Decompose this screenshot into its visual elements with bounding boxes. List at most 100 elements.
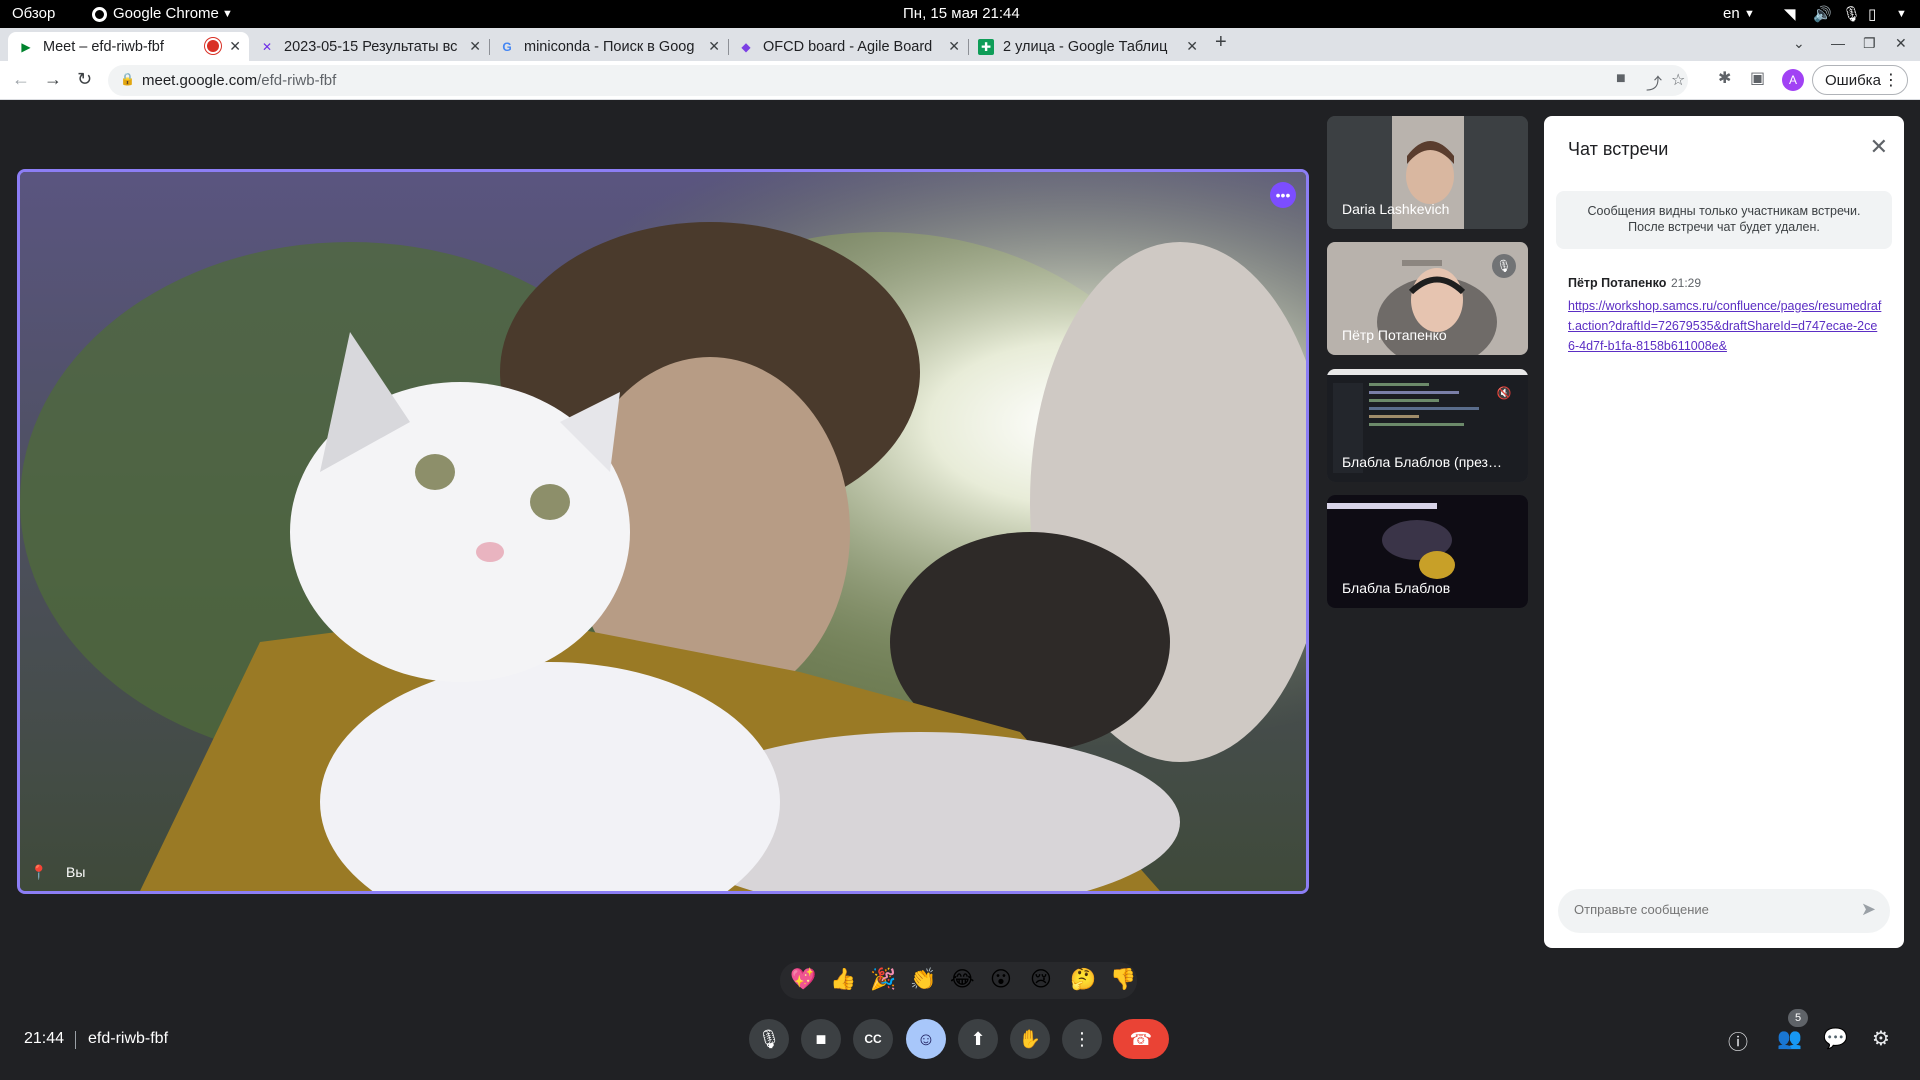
meeting-code: efd-riwb-fbf bbox=[88, 1030, 169, 1047]
tab-title: OFCD board - Agile Board bbox=[763, 38, 933, 55]
tab-google-sheets[interactable]: ✚ 2 улица - Google Таблиц ✕ bbox=[968, 32, 1206, 61]
reaction-party-popper[interactable]: 🎉 bbox=[870, 968, 896, 992]
camera-button[interactable]: ■ bbox=[801, 1019, 841, 1059]
reload-icon[interactable]: ↻ bbox=[77, 69, 92, 89]
present-screen-icon: ⬆ bbox=[970, 1028, 986, 1049]
url-path: /efd-riwb-fbf bbox=[257, 72, 337, 89]
participant-tile[interactable]: 🎙 Пётр Потапенко bbox=[1327, 242, 1528, 355]
present-screen-button[interactable]: ⬆ bbox=[958, 1019, 998, 1059]
tab-meet[interactable]: ▶ Meet – efd-riwb-fbf ✕ bbox=[8, 32, 249, 61]
more-options-button[interactable]: ••• bbox=[1270, 182, 1296, 208]
microphone-button[interactable]: 🎙 bbox=[749, 1019, 789, 1059]
people-icon[interactable]: 👥 bbox=[1777, 1026, 1802, 1051]
tab-ofcd-board[interactable]: ◆ OFCD board - Agile Board ✕ bbox=[728, 32, 969, 61]
leave-call-button[interactable]: ☎ bbox=[1113, 1019, 1169, 1059]
participant-tile-presentation[interactable]: 🔇 Блабла Блаблов (през… bbox=[1327, 369, 1528, 482]
microphone-indicator-icon[interactable]: 🎙 bbox=[1842, 5, 1861, 23]
pin-icon[interactable]: 📍 bbox=[30, 864, 47, 881]
participant-tile[interactable]: Daria Lashkevich bbox=[1327, 116, 1528, 229]
reaction-laughing[interactable]: 😂 bbox=[950, 968, 975, 992]
layout-arrow-icon: ▼ bbox=[1744, 8, 1755, 20]
extensions-icon[interactable]: ✱ bbox=[1718, 69, 1731, 89]
chat-message-input[interactable] bbox=[1574, 902, 1844, 917]
tab-title: 2 улица - Google Таблиц bbox=[1003, 38, 1168, 55]
close-tab-icon[interactable]: ✕ bbox=[708, 38, 720, 55]
share-icon[interactable]: ⤴ bbox=[1646, 70, 1662, 94]
captions-button[interactable]: CC bbox=[853, 1019, 893, 1059]
more-vert-icon: ⋮ bbox=[1073, 1028, 1091, 1049]
close-tab-icon[interactable]: ✕ bbox=[948, 38, 960, 55]
close-chat-icon[interactable]: ✕ bbox=[1870, 134, 1888, 160]
tab-miniconda-search[interactable]: G miniconda - Поиск в Goog ✕ bbox=[489, 32, 729, 61]
restore-window-icon[interactable]: ❐ bbox=[1863, 35, 1876, 52]
emoji-icon: ☺ bbox=[916, 1028, 936, 1049]
reaction-thumbs-up[interactable]: 👍 bbox=[830, 968, 856, 992]
camera-in-use-icon[interactable]: ■ bbox=[1616, 70, 1626, 88]
app-menu[interactable]: Google Chrome bbox=[113, 5, 219, 22]
participant-name: Блабла Блаблов (през… bbox=[1342, 454, 1502, 470]
clock-datetime[interactable]: Пн, 15 мая 21:44 bbox=[903, 5, 1020, 22]
battery-icon[interactable]: ▯ bbox=[1868, 5, 1876, 23]
participant-tile[interactable]: Блабла Блаблов bbox=[1327, 495, 1528, 608]
google-icon: G bbox=[502, 39, 512, 54]
url-host: meet.google.com bbox=[142, 72, 258, 89]
clickup-icon: ✕ bbox=[261, 39, 273, 54]
reaction-sparkling-heart[interactable]: 💖 bbox=[790, 968, 816, 992]
chat-input-box[interactable]: ➤ bbox=[1558, 889, 1890, 933]
close-tab-icon[interactable]: ✕ bbox=[229, 38, 241, 55]
divider bbox=[75, 1031, 76, 1049]
back-icon[interactable]: ← bbox=[12, 69, 30, 89]
reaction-surprised[interactable]: 😮 bbox=[990, 968, 1012, 992]
system-menu-arrow-icon[interactable]: ▼ bbox=[1896, 8, 1907, 20]
message-link[interactable]: https://workshop.samcs.ru/confluence/pag… bbox=[1568, 296, 1882, 356]
profile-avatar[interactable]: A bbox=[1782, 69, 1804, 91]
close-window-icon[interactable]: ✕ bbox=[1895, 35, 1907, 52]
chat-note-line: После встречи чат будет удален. bbox=[1628, 220, 1820, 234]
captions-icon: CC bbox=[864, 1032, 882, 1046]
self-name-label: Вы bbox=[66, 864, 86, 880]
more-options-button[interactable]: ⋮ bbox=[1062, 1019, 1102, 1059]
close-tab-icon[interactable]: ✕ bbox=[1186, 38, 1198, 55]
system-top-bar: Обзор Google Chrome ▼ Пн, 15 мая 21:44 e… bbox=[0, 0, 1920, 28]
reaction-crying[interactable]: 😢 bbox=[1030, 968, 1052, 992]
close-tab-icon[interactable]: ✕ bbox=[469, 38, 481, 55]
wifi-icon[interactable]: ◥ bbox=[1784, 5, 1796, 23]
reactions-button[interactable]: ☺ bbox=[906, 1019, 946, 1059]
keyboard-layout[interactable]: en bbox=[1723, 5, 1740, 22]
tab-results[interactable]: ✕ 2023-05-15 Результаты вс ✕ bbox=[249, 32, 490, 61]
message-time: 21:29 bbox=[1671, 276, 1702, 290]
tab-title: miniconda - Поиск в Goog bbox=[524, 38, 695, 55]
google-sheets-icon: ✚ bbox=[978, 38, 994, 55]
bookmark-star-icon[interactable]: ☆ bbox=[1671, 70, 1685, 90]
self-video-tile[interactable]: ••• 📍 Вы bbox=[17, 169, 1309, 894]
reaction-thinking[interactable]: 🤔 bbox=[1070, 968, 1096, 992]
new-tab-icon[interactable]: + bbox=[1215, 31, 1227, 54]
tab-search-icon[interactable]: ⌄ bbox=[1793, 35, 1805, 52]
volume-icon[interactable]: 🔊 bbox=[1813, 5, 1832, 23]
chat-icon[interactable]: 💬 bbox=[1823, 1026, 1848, 1051]
camera-icon: ■ bbox=[815, 1028, 827, 1049]
raise-hand-button[interactable]: ✋ bbox=[1010, 1019, 1050, 1059]
url-text[interactable]: meet.google.com/efd-riwb-fbf bbox=[142, 72, 336, 89]
error-button[interactable]: Ошибка ⋮ bbox=[1812, 65, 1908, 95]
activities-icon[interactable]: ⚙ bbox=[1872, 1026, 1890, 1051]
chrome-menu-icon[interactable]: ⋮ bbox=[1883, 70, 1899, 90]
reaction-clapping[interactable]: 👏 bbox=[910, 968, 936, 992]
tab-strip: ▶ Meet – efd-riwb-fbf ✕ ✕ 2023-05-15 Рез… bbox=[0, 28, 1920, 61]
activities-button[interactable]: Обзор bbox=[12, 5, 55, 22]
microphone-icon: 🎙 bbox=[757, 1028, 781, 1049]
raise-hand-icon: ✋ bbox=[1018, 1028, 1042, 1049]
meeting-info-icon[interactable]: ⓘ bbox=[1728, 1026, 1748, 1055]
side-panel-icon[interactable]: ▣ bbox=[1750, 69, 1765, 89]
minimize-window-icon[interactable]: — bbox=[1831, 35, 1845, 51]
address-bar[interactable]: 🔒 meet.google.com/efd-riwb-fbf ■ ⤴ ☆ bbox=[108, 65, 1688, 96]
lock-icon[interactable]: 🔒 bbox=[120, 72, 135, 86]
error-button-label: Ошибка bbox=[1825, 71, 1881, 89]
people-count-badge: 5 bbox=[1788, 1009, 1808, 1027]
reaction-thumbs-down[interactable]: 👎 bbox=[1110, 968, 1136, 992]
forward-icon[interactable]: → bbox=[44, 69, 62, 89]
agile-board-icon: ◆ bbox=[741, 39, 751, 54]
send-message-icon[interactable]: ➤ bbox=[1861, 899, 1876, 920]
self-video-feed bbox=[20, 172, 1306, 891]
muted-audio-icon: 🔇 bbox=[1496, 386, 1512, 400]
